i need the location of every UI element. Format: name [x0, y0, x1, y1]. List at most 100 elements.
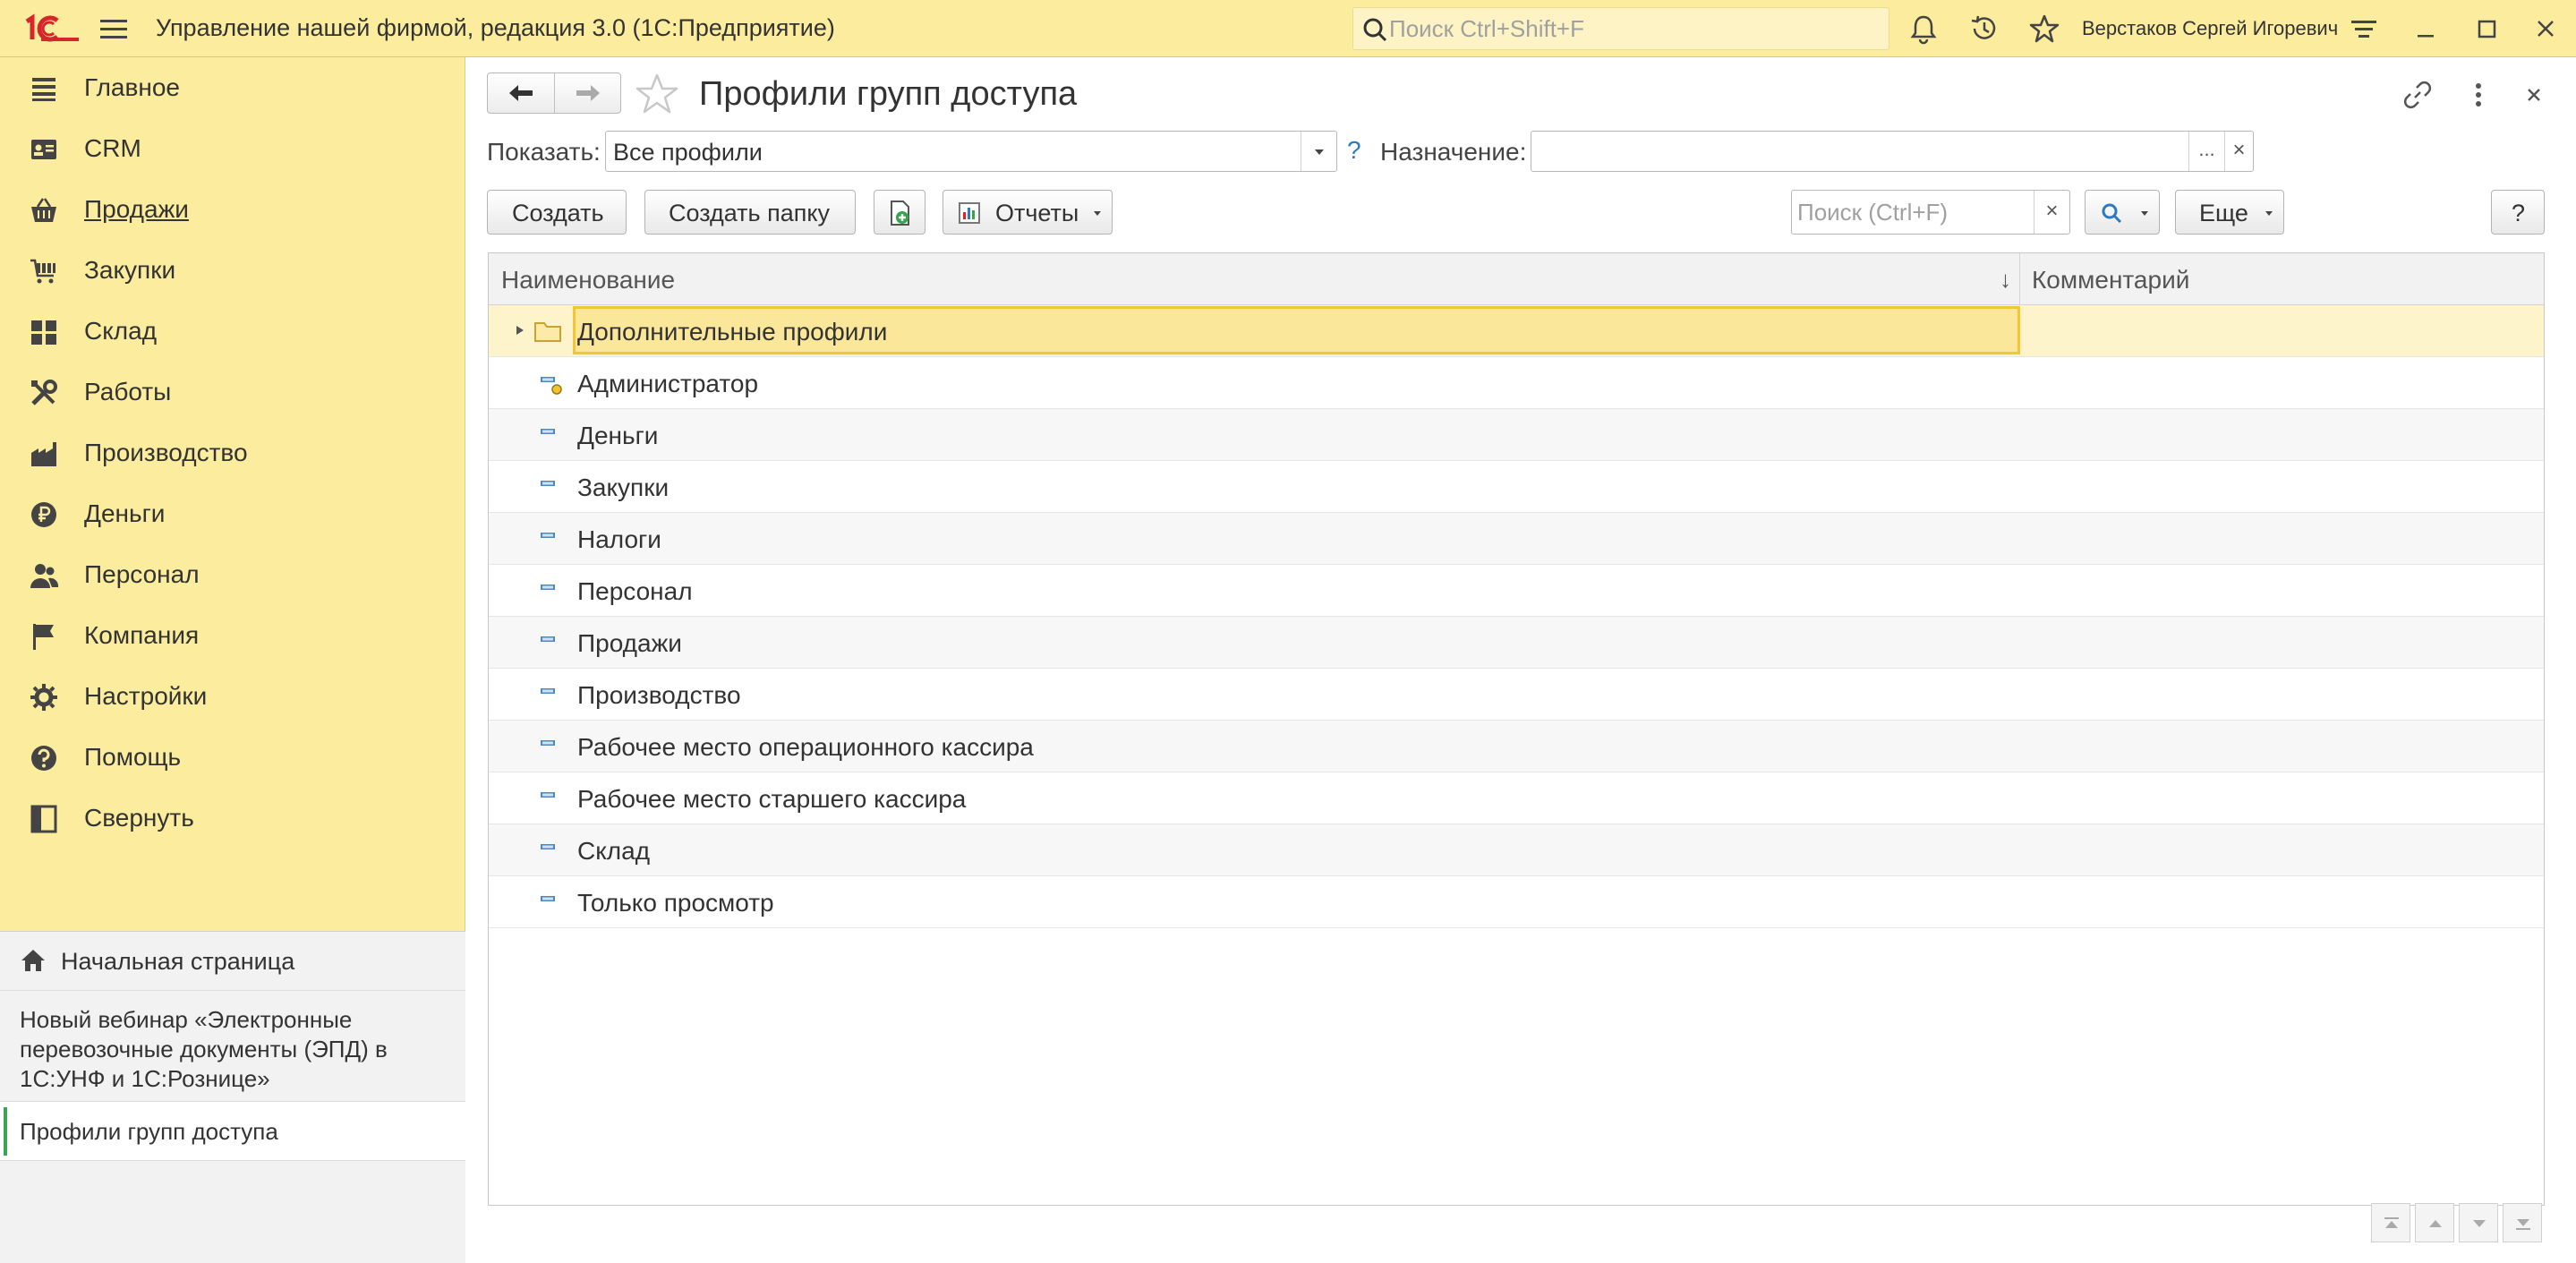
section-personnel[interactable]: Персонал — [0, 544, 465, 605]
row-name: Продажи — [577, 629, 682, 657]
active-window-marker — [4, 1107, 7, 1156]
chevron-down-icon — [1094, 211, 1101, 216]
profile-icon — [541, 896, 555, 901]
reports-menu-button[interactable]: Отчеты — [943, 190, 1113, 235]
table-row[interactable]: Рабочее место операционного кассира — [489, 721, 2544, 772]
webinar-link[interactable]: Новый вебинар «Электронные перевозочные … — [0, 991, 465, 1102]
current-user-name[interactable]: Верстаков Сергей Игоревич — [2082, 17, 2338, 40]
row-name: Дополнительные профили — [577, 318, 888, 346]
show-filter-value: Все профили — [613, 139, 763, 166]
section-main[interactable]: Главное — [0, 57, 465, 118]
help-button[interactable]: ? — [2491, 190, 2545, 235]
copy-item-button[interactable] — [874, 190, 925, 235]
home-icon — [21, 950, 45, 971]
sort-desc-icon: ↓ — [2000, 266, 2011, 293]
basket-icon — [31, 198, 56, 222]
table-row[interactable]: Только просмотр — [489, 876, 2544, 928]
history-icon[interactable] — [1968, 13, 2000, 45]
table-row[interactable]: Деньги — [489, 409, 2544, 461]
section-label: Свернуть — [84, 804, 194, 832]
home-page-link[interactable]: Начальная страница — [0, 932, 465, 991]
column-header-name[interactable]: Наименование — [501, 266, 675, 294]
settings-icon[interactable] — [2348, 13, 2380, 45]
list-search-box[interactable]: × — [1791, 190, 2070, 235]
section-purchases[interactable]: Закупки — [0, 240, 465, 301]
ruble-icon — [31, 502, 56, 527]
section-sales[interactable]: Продажи — [0, 179, 465, 240]
arrow-right-icon — [576, 85, 600, 101]
global-search-box[interactable] — [1352, 7, 1889, 50]
minimize-icon[interactable] — [2410, 13, 2442, 45]
profiles-table[interactable]: Наименование ↓ Комментарий Дополнительны… — [488, 252, 2545, 1206]
back-button[interactable] — [488, 73, 554, 113]
forward-button[interactable] — [555, 73, 621, 113]
expand-arrow-icon[interactable] — [514, 323, 526, 337]
scroll-down-button[interactable] — [2459, 1203, 2498, 1242]
scroll-to-bottom-button[interactable] — [2503, 1203, 2542, 1242]
search-options-button[interactable] — [2085, 190, 2160, 235]
table-row[interactable]: Налоги — [489, 513, 2544, 565]
more-actions-icon[interactable] — [2461, 77, 2496, 113]
create-button[interactable]: Создать — [487, 190, 627, 235]
create-folder-button[interactable]: Создать папку — [644, 190, 856, 235]
profile-icon — [541, 740, 555, 746]
table-row[interactable]: Рабочее место старшего кассира — [489, 772, 2544, 824]
section-label: Деньги — [84, 499, 166, 527]
table-row[interactable]: Администратор — [489, 357, 2544, 409]
people-icon — [30, 564, 59, 588]
arrow-down-icon — [2473, 1220, 2486, 1227]
show-filter-select[interactable]: Все профили — [605, 131, 1337, 172]
close-icon[interactable] — [2529, 13, 2562, 45]
section-crm[interactable]: CRM — [0, 118, 465, 179]
section-collapse[interactable]: Свернуть — [0, 788, 465, 849]
open-window-label: Профили групп доступа — [20, 1118, 278, 1145]
section-production[interactable]: Производство — [0, 422, 465, 483]
bell-icon[interactable] — [1907, 13, 1940, 45]
chevron-down-icon — [1315, 149, 1324, 155]
section-settings[interactable]: Настройки — [0, 666, 465, 727]
destination-field[interactable]: ... × — [1531, 131, 2254, 172]
table-row[interactable]: Склад — [489, 824, 2544, 876]
table-row-folder[interactable]: Дополнительные профили — [489, 305, 2544, 357]
help-tooltip-link[interactable]: ? — [1347, 136, 1361, 165]
table-row[interactable]: Закупки — [489, 461, 2544, 513]
factory-icon — [31, 442, 56, 466]
table-row[interactable]: Продажи — [489, 617, 2544, 669]
table-row[interactable]: Персонал — [489, 565, 2544, 617]
close-form-icon[interactable] — [2516, 77, 2552, 113]
list-search-input[interactable] — [1797, 198, 2021, 226]
webinar-label: Новый вебинар «Электронные перевозочные … — [20, 1006, 388, 1092]
section-help[interactable]: Помощь — [0, 727, 465, 788]
chevron-down-icon — [2265, 211, 2273, 216]
section-money[interactable]: Деньги — [0, 483, 465, 544]
scroll-up-button[interactable] — [2415, 1203, 2454, 1242]
section-company[interactable]: Компания — [0, 605, 465, 666]
arrow-left-icon — [509, 85, 533, 101]
maximize-icon[interactable] — [2470, 13, 2503, 45]
help-icon — [31, 746, 56, 771]
destination-label: Назначение: — [1380, 138, 1527, 166]
dropdown-button[interactable] — [1301, 132, 1336, 171]
link-icon[interactable] — [2400, 77, 2435, 113]
arrow-bottom-icon — [2516, 1219, 2530, 1230]
table-row[interactable]: Производство — [489, 669, 2544, 721]
add-to-favorites-icon[interactable] — [635, 72, 679, 116]
section-label: Компания — [84, 621, 200, 649]
section-warehouse[interactable]: Склад — [0, 301, 465, 362]
select-destination-button[interactable]: ... — [2188, 132, 2224, 171]
scroll-to-top-button[interactable] — [2371, 1203, 2410, 1242]
main-menu-icon[interactable] — [98, 16, 131, 41]
column-header-comment[interactable]: Комментарий — [2032, 266, 2189, 294]
favorites-star-icon[interactable] — [2028, 13, 2060, 45]
destination-input[interactable] — [1537, 137, 2145, 166]
section-label: Продажи — [84, 195, 189, 223]
section-works[interactable]: Работы — [0, 362, 465, 422]
global-search-input[interactable] — [1389, 13, 1881, 44]
clear-destination-button[interactable]: × — [2224, 132, 2253, 171]
more-button[interactable]: Еще — [2175, 190, 2284, 235]
profile-icon — [541, 844, 555, 849]
clear-search-button[interactable]: × — [2034, 191, 2069, 234]
row-name: Администратор — [577, 370, 759, 397]
open-window-access-profiles[interactable]: Профили групп доступа — [0, 1102, 465, 1161]
arrow-up-icon — [2429, 1220, 2442, 1227]
